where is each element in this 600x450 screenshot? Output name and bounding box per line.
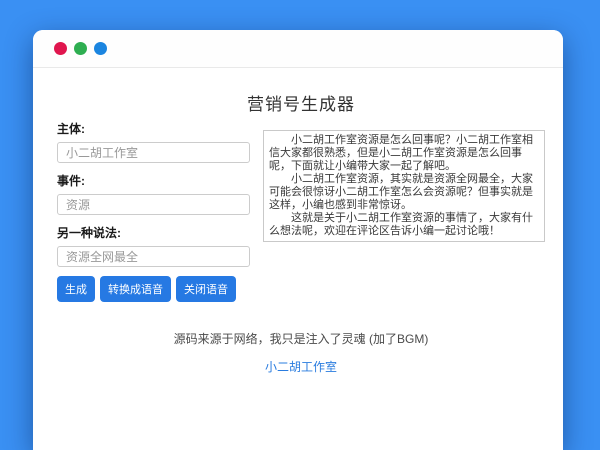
generated-paragraph: 这就是关于小二胡工作室资源的事情了，大家有什么想法呢，欢迎在评论区告诉小编一起讨… (269, 212, 539, 238)
output-column: 小二胡工作室资源是怎么回事呢？小二胡工作室相信大家都很熟悉，但是小二胡工作室资源… (263, 120, 545, 242)
event-input[interactable] (57, 194, 250, 215)
generated-text-box[interactable]: 小二胡工作室资源是怎么回事呢？小二胡工作室相信大家都很熟悉，但是小二胡工作室资源… (263, 130, 545, 242)
generated-paragraph: 小二胡工作室资源，其实就是资源全网最全，大家可能会很惊讶小二胡工作室怎么会资源呢… (269, 173, 539, 212)
traffic-light-blue-icon[interactable] (94, 42, 107, 55)
page-title: 营销号生成器 (57, 90, 545, 115)
footer: 源码来源于网络，我只是注入了灵魂 (加了BGM) 小二胡工作室 (57, 330, 545, 376)
alias-input[interactable] (57, 246, 250, 267)
window-titlebar (33, 30, 563, 68)
main-area: 主体: 事件: 另一种说法: 生成 转换成语音 关闭语音 小二胡工作室资源是怎么… (57, 120, 545, 302)
close-speech-button[interactable]: 关闭语音 (176, 276, 236, 302)
form-column: 主体: 事件: 另一种说法: 生成 转换成语音 关闭语音 (57, 120, 250, 302)
traffic-light-green-icon[interactable] (74, 42, 87, 55)
source-note: 源码来源于网络，我只是注入了灵魂 (加了BGM) (57, 330, 545, 347)
traffic-light-red-icon[interactable] (54, 42, 67, 55)
button-row: 生成 转换成语音 关闭语音 (57, 276, 250, 302)
subject-input[interactable] (57, 142, 250, 163)
generate-button[interactable]: 生成 (57, 276, 95, 302)
page-background: { "colors": { "page_background": "#3a90f… (0, 0, 600, 450)
generated-paragraph: 小二胡工作室资源是怎么回事呢？小二胡工作室相信大家都很熟悉，但是小二胡工作室资源… (269, 134, 539, 173)
app-window: 营销号生成器 主体: 事件: 另一种说法: 生成 转换成语音 关闭语音 小二胡工… (33, 30, 563, 450)
subject-label: 主体: (57, 120, 250, 137)
studio-link[interactable]: 小二胡工作室 (265, 358, 337, 375)
window-content: 营销号生成器 主体: 事件: 另一种说法: 生成 转换成语音 关闭语音 小二胡工… (33, 90, 563, 376)
event-label: 事件: (57, 172, 250, 189)
convert-to-speech-button[interactable]: 转换成语音 (100, 276, 171, 302)
alias-label: 另一种说法: (57, 224, 250, 241)
